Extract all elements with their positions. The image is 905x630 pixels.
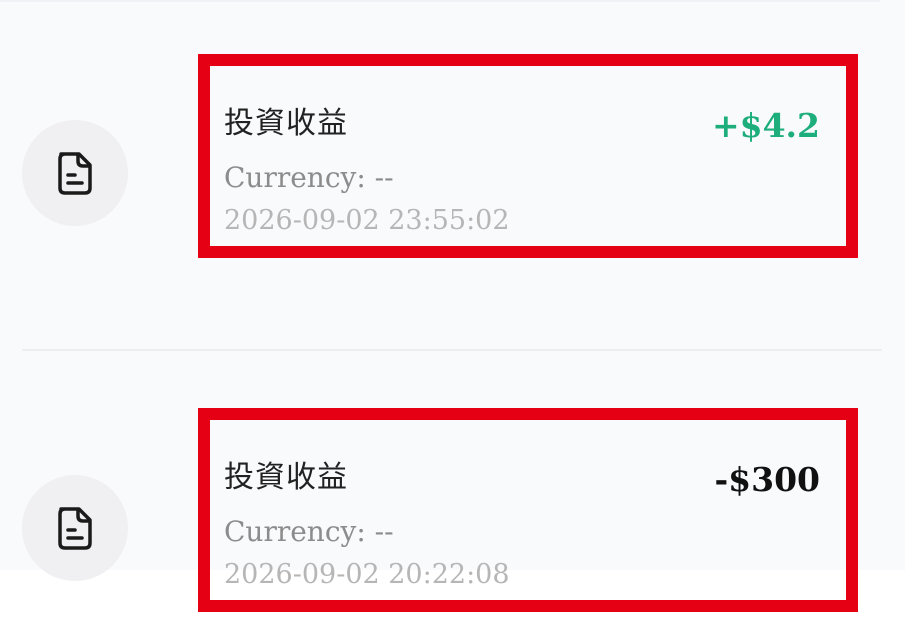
transaction-title: 投資收益 — [224, 460, 348, 495]
row-divider — [22, 349, 882, 351]
transaction-list-screen: 投資收益 +$4.2 Currency: -- 2026-09-02 23:55… — [0, 0, 905, 630]
transaction-timestamp: 2026-09-02 23:55:02 — [224, 205, 510, 236]
transaction-currency: Currency: -- — [224, 515, 394, 548]
document-icon — [22, 475, 128, 581]
transaction-amount: +$4.2 — [711, 106, 820, 145]
transaction-item[interactable]: 投資收益 -$300 Currency: -- 2026-09-02 20:22… — [198, 408, 858, 612]
transaction-item[interactable]: 投資收益 +$4.2 Currency: -- 2026-09-02 23:55… — [198, 54, 858, 258]
transaction-title: 投資收益 — [224, 106, 348, 141]
top-divider — [0, 0, 880, 2]
document-icon — [22, 120, 128, 226]
transaction-timestamp: 2026-09-02 20:22:08 — [224, 559, 510, 590]
transaction-amount: -$300 — [714, 460, 820, 499]
transaction-currency: Currency: -- — [224, 161, 394, 194]
